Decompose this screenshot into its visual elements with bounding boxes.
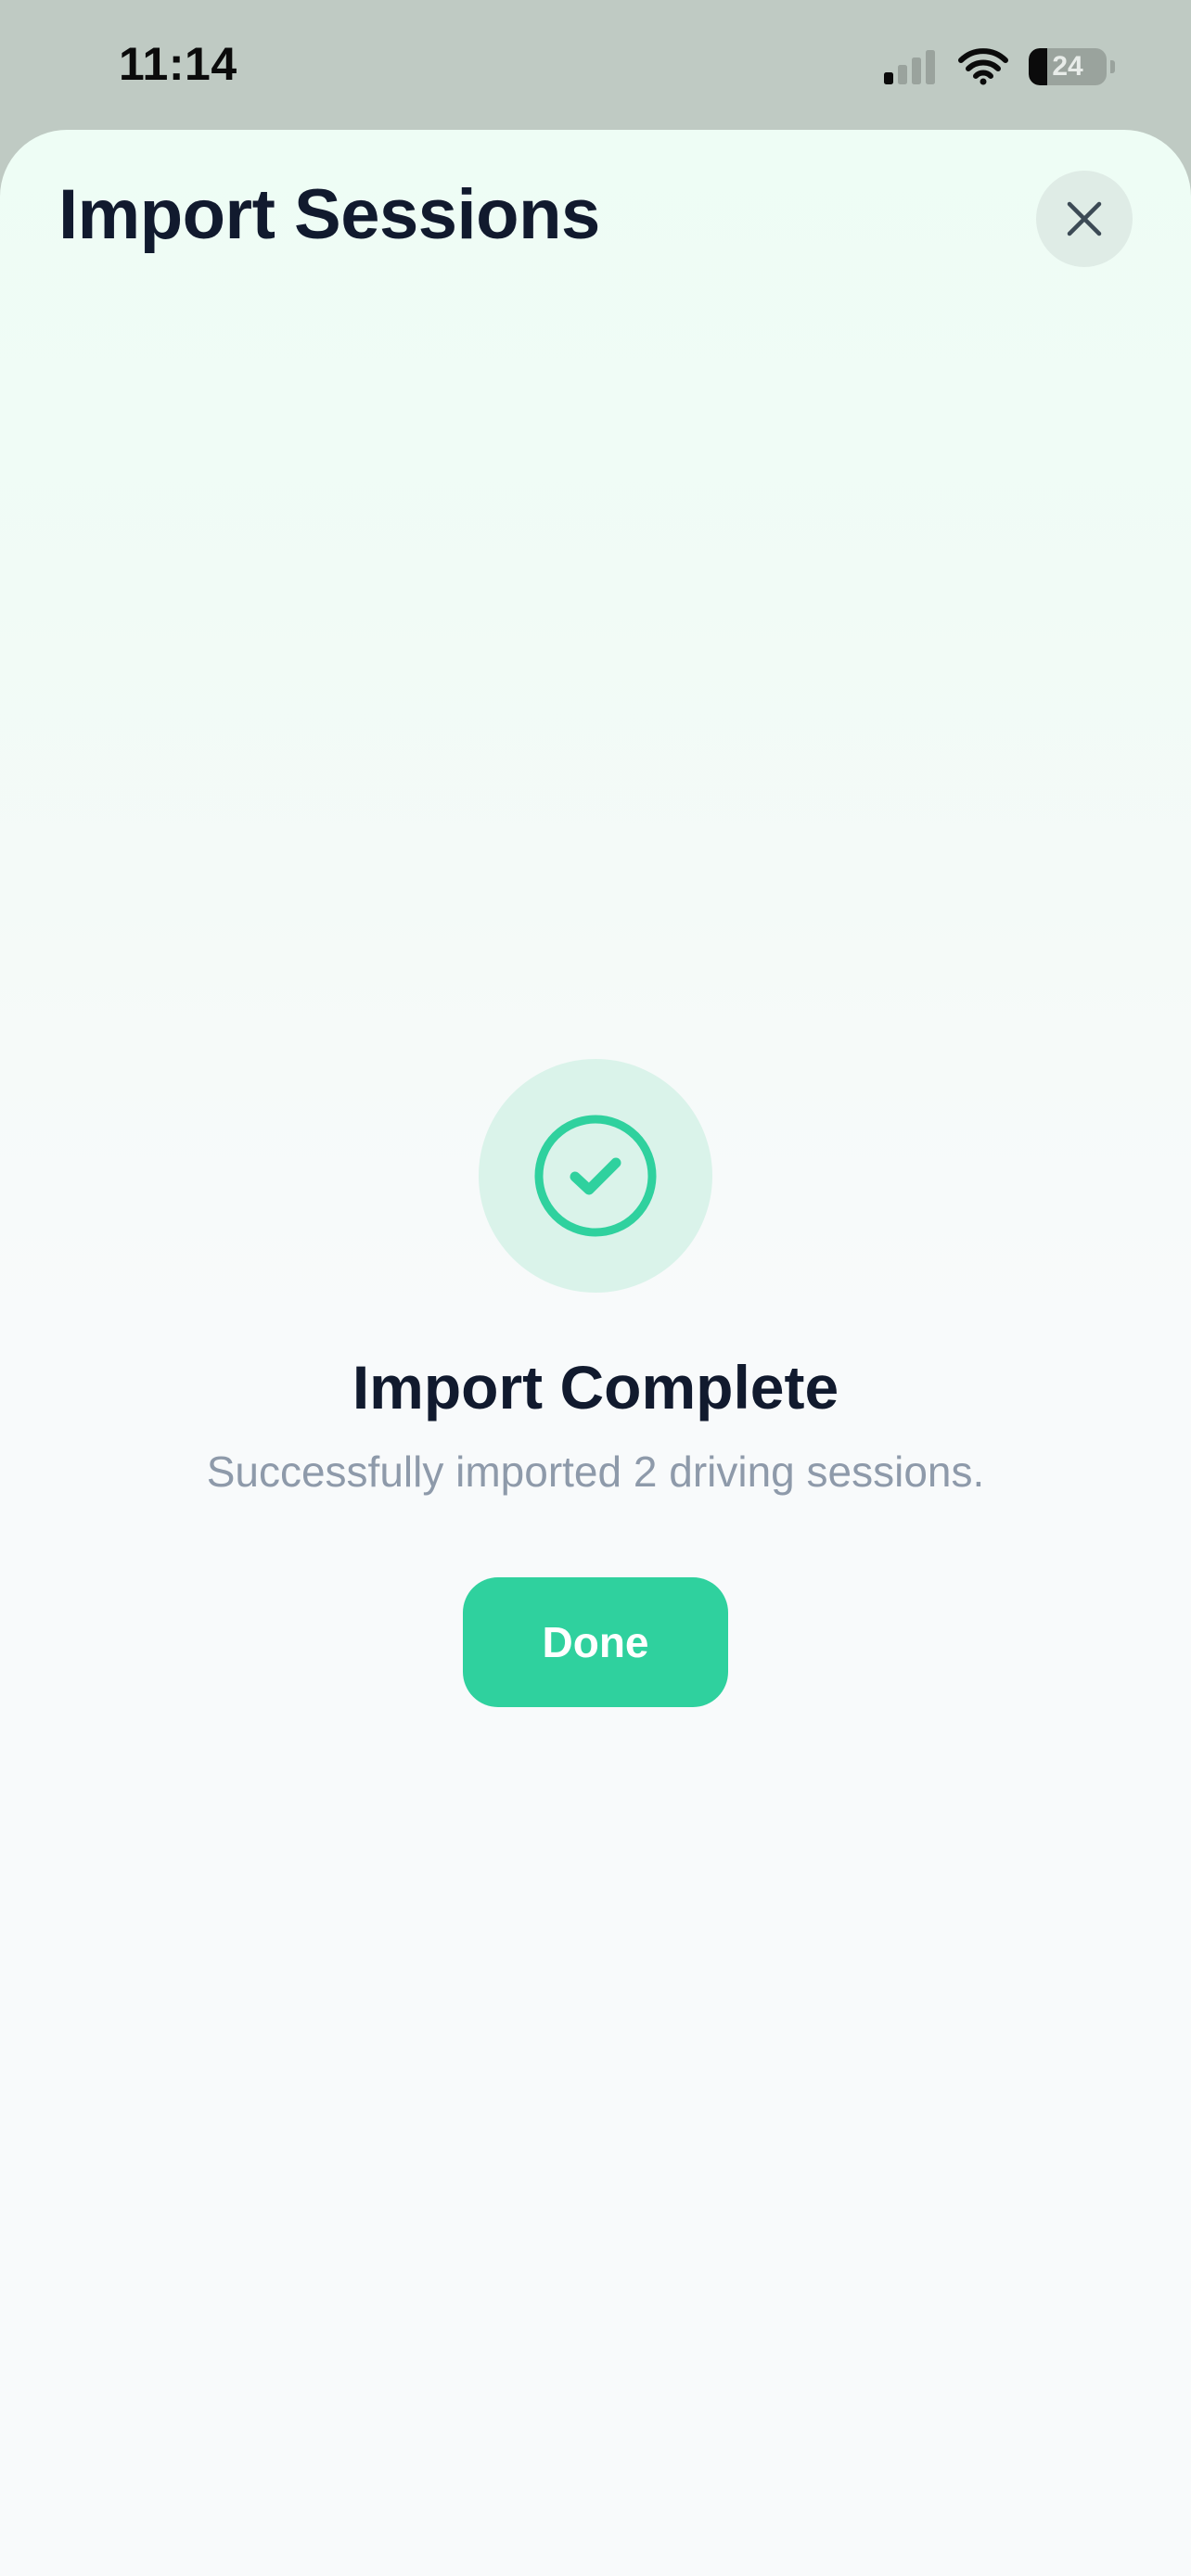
- close-button[interactable]: [1036, 171, 1133, 267]
- battery-icon: 24: [1029, 48, 1107, 85]
- success-badge: [479, 1059, 712, 1293]
- status-time: 11:14: [119, 38, 237, 90]
- result-title: Import Complete: [352, 1353, 839, 1422]
- battery-level: 24: [1052, 51, 1083, 82]
- battery-fill: [1029, 48, 1048, 85]
- import-sessions-sheet: Import Sessions Import Complete Successf…: [0, 130, 1191, 2576]
- status-icons: 24: [882, 46, 1115, 87]
- close-icon: [1067, 201, 1102, 236]
- check-circle-icon: [534, 1115, 657, 1237]
- result-message: Successfully imported 2 driving sessions…: [206, 1447, 985, 1496]
- cellular-signal-icon: [884, 50, 935, 84]
- wifi-icon: [958, 48, 1008, 85]
- done-button[interactable]: Done: [463, 1577, 728, 1707]
- battery-cap: [1110, 60, 1115, 73]
- sheet-title: Import Sessions: [58, 175, 600, 254]
- status-bar: 11:14 24: [0, 0, 1191, 130]
